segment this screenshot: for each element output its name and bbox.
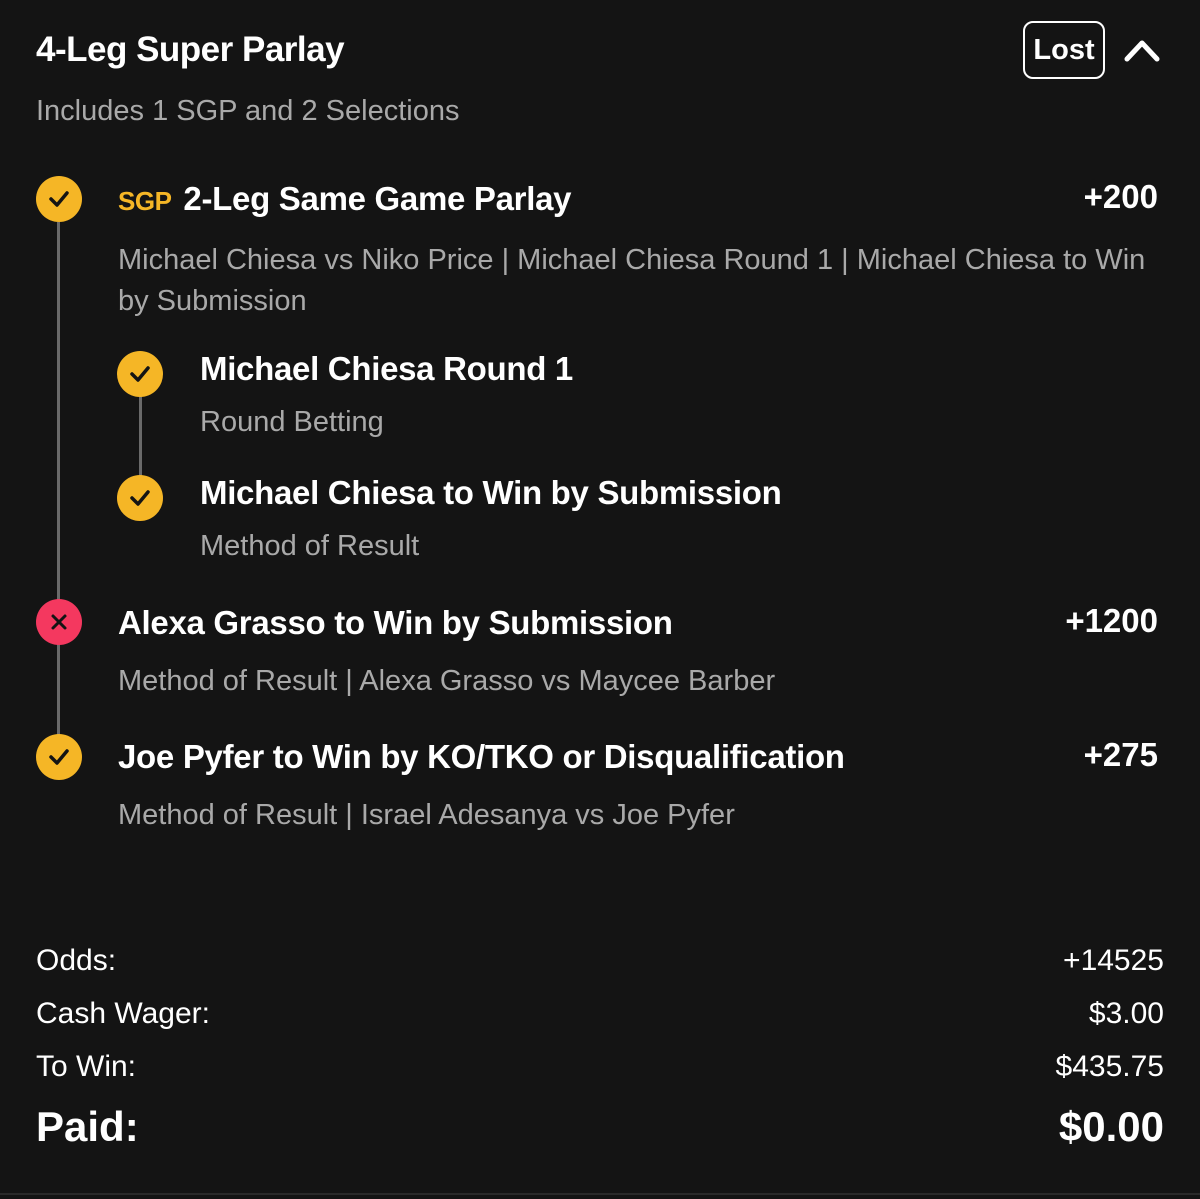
check-icon <box>117 351 163 397</box>
leg-odds: +275 <box>1083 736 1158 773</box>
leg-title-sgp: SGP 2-Leg Same Game Parlay <box>118 180 572 218</box>
sgp-title-text: 2-Leg Same Game Parlay <box>183 180 572 217</box>
sgp-description: Michael Chiesa vs Niko Price | Michael C… <box>118 244 1146 317</box>
divider <box>0 1193 1200 1195</box>
paid-label: Paid: <box>36 1103 139 1150</box>
check-icon <box>36 176 82 222</box>
sub-leg-market: Method of Result <box>200 530 420 562</box>
collapse-chevron-up-icon[interactable] <box>1121 30 1163 72</box>
check-icon <box>36 734 82 780</box>
bet-title: 4-Leg Super Parlay <box>36 30 345 69</box>
sub-leg-title: Michael Chiesa Round 1 <box>200 350 573 387</box>
check-icon <box>117 475 163 521</box>
sub-leg-title: Michael Chiesa to Win by Submission <box>200 474 782 511</box>
timeline-line <box>57 222 60 752</box>
wager-value: $3.00 <box>1088 997 1164 1030</box>
wager-label: Cash Wager: <box>36 997 210 1030</box>
leg-title: Alexa Grasso to Win by Submission <box>118 604 673 641</box>
leg-odds: +1200 <box>1065 602 1158 639</box>
leg-market: Method of Result | Israel Adesanya vs Jo… <box>118 799 735 831</box>
bet-subtitle: Includes 1 SGP and 2 Selections <box>36 95 460 127</box>
to-win-value: $435.75 <box>1055 1050 1164 1083</box>
leg-odds-sgp: +200 <box>1083 178 1158 215</box>
x-icon <box>36 599 82 645</box>
paid-value: $0.00 <box>1058 1103 1164 1150</box>
sgp-tag: SGP <box>118 186 172 216</box>
status-badge: Lost <box>1023 21 1105 79</box>
leg-title: Joe Pyfer to Win by KO/TKO or Disqualifi… <box>118 738 845 775</box>
odds-label: Odds: <box>36 944 117 977</box>
sub-leg-market: Round Betting <box>200 406 384 438</box>
to-win-label: To Win: <box>36 1050 137 1083</box>
odds-value: +14525 <box>1063 944 1164 977</box>
leg-market: Method of Result | Alexa Grasso vs Mayce… <box>118 665 776 697</box>
